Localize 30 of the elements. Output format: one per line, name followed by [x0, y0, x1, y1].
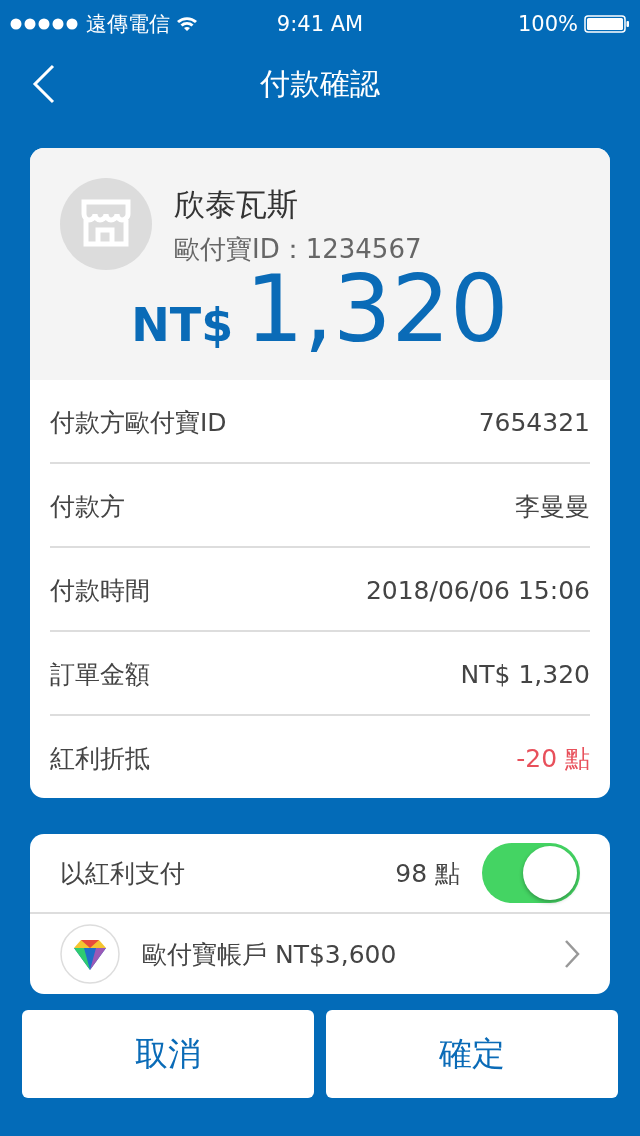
detail-label: 訂單金額: [50, 658, 150, 691]
detail-label: 付款方歐付寶ID: [50, 406, 227, 439]
merchant-name: 欣泰瓦斯: [174, 185, 299, 224]
bonus-toggle[interactable]: [482, 843, 580, 903]
detail-value: 2018/06/06 15:06: [365, 575, 590, 605]
payment-amount: 1,320: [245, 264, 509, 356]
bonus-label: 以紅利支付: [60, 857, 186, 890]
signal-icon: [10, 18, 80, 30]
detail-value: 7654321: [478, 407, 590, 437]
cancel-button[interactable]: 取消: [22, 1010, 314, 1098]
detail-value: NT$ 1,320: [460, 659, 590, 689]
detail-label: 付款方: [50, 490, 125, 523]
carrier-name: 遠傳電信: [86, 11, 170, 38]
store-icon: [60, 178, 152, 270]
detail-label: 付款時間: [50, 574, 150, 607]
bonus-points: 98 點: [395, 857, 460, 890]
account-balance[interactable]: 歐付寶帳戶 NT$3,600: [142, 937, 564, 971]
status-time: 9:41 AM: [276, 12, 364, 36]
chevron-icon: [564, 939, 580, 969]
back-icon[interactable]: [32, 64, 56, 104]
detail-value: 李曼曼: [515, 490, 590, 523]
confirm-button[interactable]: 確定: [326, 1010, 618, 1098]
battery-icon: [584, 15, 630, 33]
merchant-id: 歐付寶ID：1234567: [174, 233, 422, 266]
battery-percent: 100%: [517, 12, 578, 36]
detail-label: 紅利折抵: [50, 742, 150, 775]
detail-value: -20 點: [516, 742, 590, 775]
wifi-icon: [176, 16, 198, 32]
page-title: 付款確認: [260, 64, 380, 103]
currency-label: NT$: [131, 298, 234, 352]
